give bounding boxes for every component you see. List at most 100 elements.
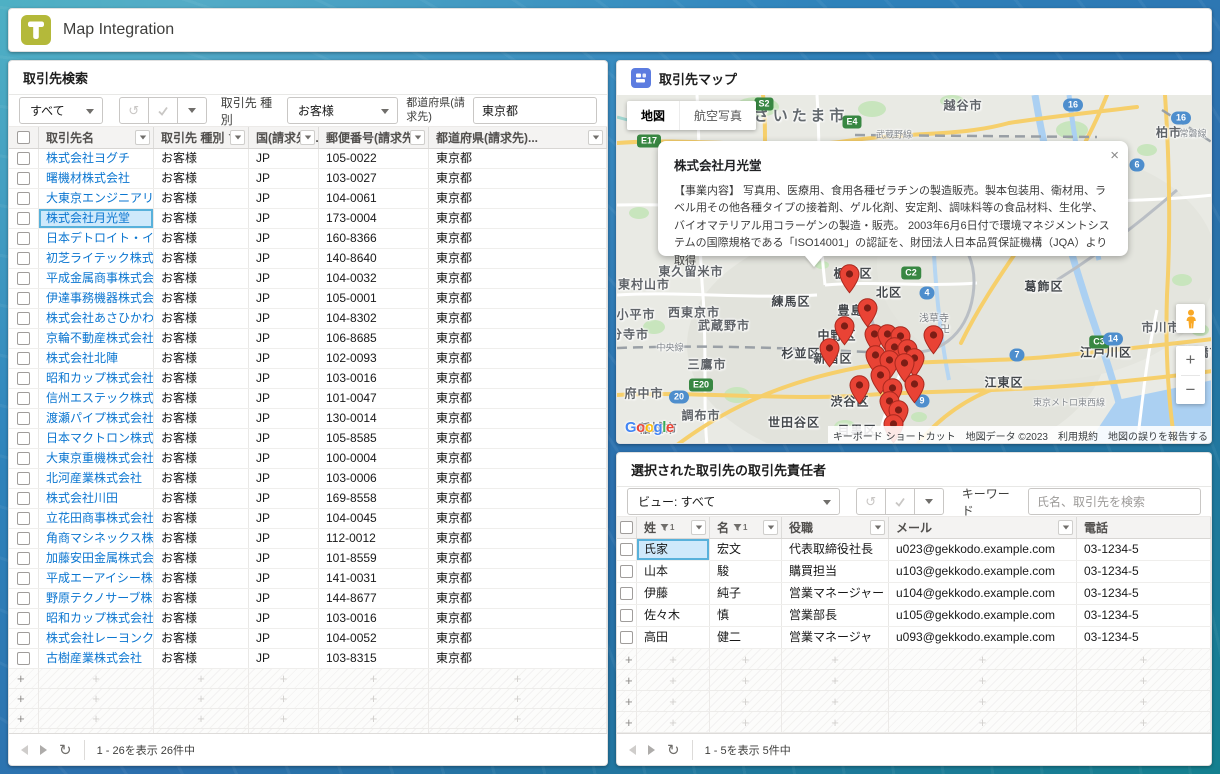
satellite-view-button[interactable]: 航空写真 xyxy=(679,101,756,130)
record-link[interactable]: 平成金属商事株式会社 xyxy=(46,271,154,285)
table-row[interactable]: 株式会社ヨグチお客様JP105-0022東京都 xyxy=(9,149,607,169)
row-checkbox-cell[interactable] xyxy=(9,229,39,248)
row-checkbox-cell[interactable] xyxy=(617,539,637,560)
row-checkbox-cell[interactable] xyxy=(9,609,39,628)
column-menu-button[interactable] xyxy=(763,520,778,535)
record-link[interactable]: 日本マクトロン株式会社 xyxy=(46,431,154,445)
table-row[interactable]: 日本マクトロン株式会社お客様JP105-8585東京都 xyxy=(9,429,607,449)
map-marker-pin[interactable] xyxy=(819,338,840,373)
record-link[interactable]: 加藤安田金属株式会社 xyxy=(46,551,154,565)
record-link[interactable]: 渡瀬パイプ株式会社 xyxy=(46,411,154,425)
add-row[interactable]: ++++++ xyxy=(9,669,607,689)
record-link[interactable]: 古樹産業株式会社 xyxy=(46,651,142,665)
table-row[interactable]: 氏家宏文代表取締役社長u023@gekkodo.example.com03-12… xyxy=(617,539,1211,561)
row-checkbox-cell[interactable] xyxy=(9,289,39,308)
account-type-select[interactable]: お客様 xyxy=(287,97,398,124)
undo-button[interactable]: ↺ xyxy=(856,488,886,515)
table-row[interactable]: 渡瀬パイプ株式会社お客様JP130-0014東京都 xyxy=(9,409,607,429)
table-row[interactable]: 立花田商事株式会社お客様JP104-0045東京都 xyxy=(9,509,607,529)
table-row[interactable]: 角商マシネックス株式会社お客様JP112-0012東京都 xyxy=(9,529,607,549)
zoom-out-button[interactable]: − xyxy=(1176,376,1205,405)
terms-link[interactable]: 利用規約 xyxy=(1053,426,1103,444)
column-header[interactable]: 名1 xyxy=(710,517,782,538)
row-checkbox-cell[interactable] xyxy=(617,627,637,648)
contact-search-input[interactable] xyxy=(1028,488,1201,515)
column-menu-button[interactable] xyxy=(1058,520,1073,535)
row-checkbox-cell[interactable] xyxy=(9,349,39,368)
row-checkbox-cell[interactable] xyxy=(9,489,39,508)
refresh-icon[interactable]: ↻ xyxy=(667,741,680,759)
row-checkbox-cell[interactable] xyxy=(9,589,39,608)
row-checkbox-cell[interactable] xyxy=(9,369,39,388)
row-checkbox-cell[interactable] xyxy=(9,469,39,488)
next-page-icon[interactable] xyxy=(40,745,47,755)
record-link[interactable]: 伊達事務機器株式会社 xyxy=(46,291,154,305)
table-row[interactable]: 山本駿購買担当u103@gekkodo.example.com03-1234-5 xyxy=(617,561,1211,583)
row-checkbox-cell[interactable] xyxy=(9,169,39,188)
table-row[interactable]: 平成金属商事株式会社お客様JP104-0032東京都 xyxy=(9,269,607,289)
table-row[interactable]: 平成エーアイシー株式会社お客様JP141-0031東京都 xyxy=(9,569,607,589)
record-link[interactable]: 株式会社ヨグチ xyxy=(46,151,130,165)
table-row[interactable]: 伊達事務機器株式会社お客様JP105-0001東京都 xyxy=(9,289,607,309)
refresh-icon[interactable]: ↻ xyxy=(59,741,72,759)
add-row[interactable]: ++++++ xyxy=(617,670,1211,691)
row-checkbox-cell[interactable] xyxy=(9,409,39,428)
report-map-error-link[interactable]: 地図の誤りを報告する xyxy=(1103,426,1212,444)
table-row[interactable]: 昭和カップ株式会社お客様JP103-0016東京都 xyxy=(9,369,607,389)
table-row[interactable]: 初芝ライテック株式会社お客様JP140-8640東京都 xyxy=(9,249,607,269)
row-checkbox-cell[interactable] xyxy=(9,269,39,288)
row-checkbox-cell[interactable] xyxy=(9,329,39,348)
record-link[interactable]: 昭和カップ株式会社 xyxy=(46,371,154,385)
row-checkbox-cell[interactable] xyxy=(617,583,637,604)
column-menu-button[interactable] xyxy=(230,130,245,145)
record-link[interactable]: 信州エステック株式会社 xyxy=(46,391,154,405)
prefecture-input[interactable] xyxy=(473,97,597,124)
table-row[interactable]: 加藤安田金属株式会社お客様JP101-8559東京都 xyxy=(9,549,607,569)
record-link[interactable]: 昭和カップ株式会社 xyxy=(46,611,154,625)
record-link[interactable]: 京輪不動産株式会社 xyxy=(46,331,154,345)
record-link[interactable]: 平成エーアイシー株式会社 xyxy=(46,571,154,585)
row-checkbox-cell[interactable] xyxy=(9,509,39,528)
record-link[interactable]: 野原テクノサーブ株式会社 xyxy=(46,591,154,605)
map-canvas[interactable]: さいたま市越谷市柏市葛飾区板橋区北区豊島区練馬区中野区杉並区新宿区渋谷区世田谷区… xyxy=(617,95,1212,444)
record-link[interactable]: 株式会社月光堂 xyxy=(46,211,130,225)
record-link[interactable]: 株式会社川田 xyxy=(46,491,118,505)
record-link[interactable]: 株式会社レーヨンクリカー xyxy=(46,631,154,645)
more-actions-button[interactable] xyxy=(914,488,944,515)
record-link[interactable]: 大東京エンジニアリング株式... xyxy=(46,191,154,205)
table-row[interactable]: 高田健二営業マネージャu093@gekkodo.example.com03-12… xyxy=(617,627,1211,649)
row-checkbox-cell[interactable] xyxy=(617,605,637,626)
table-row[interactable]: 曙機材株式会社お客様JP103-0027東京都 xyxy=(9,169,607,189)
table-row[interactable]: 昭和カップ株式会社お客様JP103-0016東京都 xyxy=(9,609,607,629)
table-row[interactable]: 株式会社北陣お客様JP102-0093東京都 xyxy=(9,349,607,369)
row-checkbox-cell[interactable] xyxy=(9,149,39,168)
row-checkbox-cell[interactable] xyxy=(617,561,637,582)
column-menu-button[interactable] xyxy=(135,130,150,145)
row-checkbox-cell[interactable] xyxy=(9,389,39,408)
next-page-icon[interactable] xyxy=(648,745,655,755)
keyboard-shortcuts-button[interactable]: キーボード ショートカット xyxy=(828,426,961,444)
select-all-checkbox-cell[interactable] xyxy=(9,127,39,148)
column-header[interactable]: 電話 xyxy=(1077,517,1211,538)
table-row[interactable]: 株式会社レーヨンクリカーお客様JP104-0052東京都 xyxy=(9,629,607,649)
row-checkbox-cell[interactable] xyxy=(9,309,39,328)
close-icon[interactable]: × xyxy=(1110,147,1119,164)
add-row[interactable]: ++++++ xyxy=(9,689,607,709)
row-checkbox-cell[interactable] xyxy=(9,529,39,548)
apply-check-button[interactable] xyxy=(148,97,178,124)
add-row[interactable]: ++++++ xyxy=(617,712,1211,733)
column-menu-button[interactable] xyxy=(691,520,706,535)
table-row[interactable]: 伊藤純子営業マネージャーu104@gekkodo.example.com03-1… xyxy=(617,583,1211,605)
record-link[interactable]: 曙機材株式会社 xyxy=(46,171,130,185)
table-row[interactable]: 株式会社川田お客様JP169-8558東京都 xyxy=(9,489,607,509)
table-row[interactable]: 野原テクノサーブ株式会社お客様JP144-8677東京都 xyxy=(9,589,607,609)
zoom-in-button[interactable]: + xyxy=(1176,346,1205,375)
column-header[interactable]: 姓1 xyxy=(637,517,710,538)
map-view-button[interactable]: 地図 xyxy=(627,101,679,130)
table-row[interactable]: 株式会社月光堂お客様JP173-0004東京都 xyxy=(9,209,607,229)
record-link[interactable]: 北河産業株式会社 xyxy=(46,471,142,485)
record-link[interactable]: 日本デトロイト・インスルメ... xyxy=(46,231,154,245)
table-row[interactable]: 株式会社あさひかわ証券お客様JP104-8302東京都 xyxy=(9,309,607,329)
street-view-pegman-control[interactable] xyxy=(1176,304,1205,333)
row-checkbox-cell[interactable] xyxy=(9,209,39,228)
